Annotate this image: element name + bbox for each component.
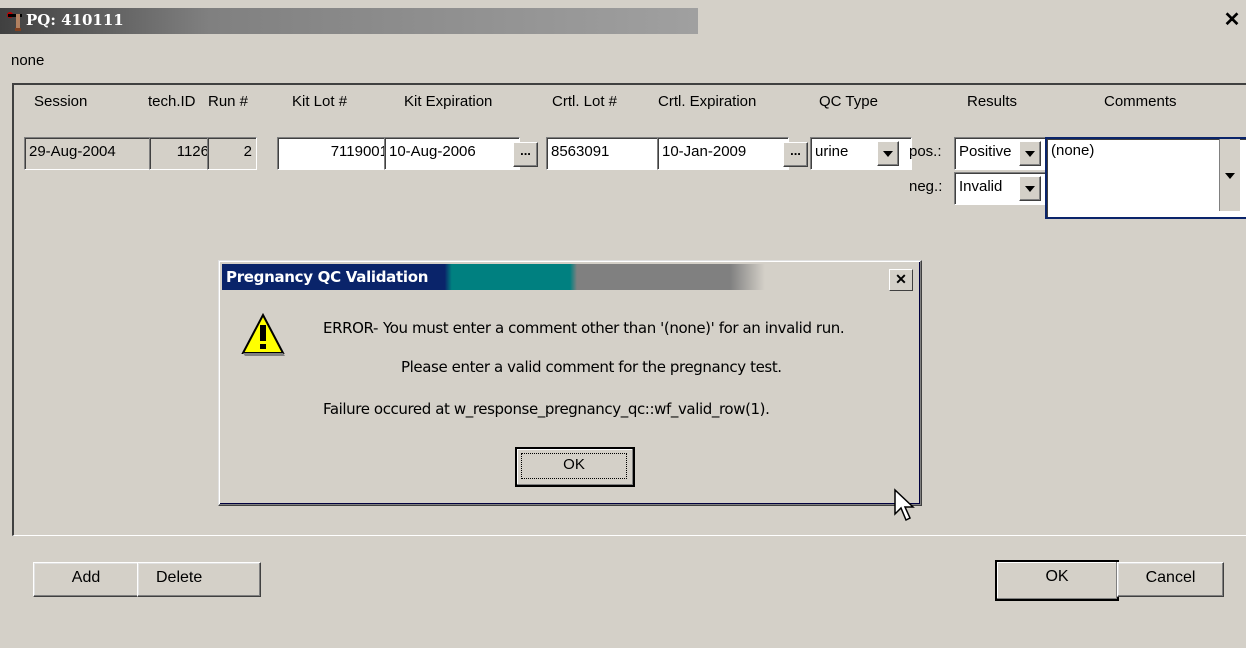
ok-button-label: OK — [1045, 568, 1069, 585]
delete-button-label: Delete — [156, 569, 203, 586]
chevron-down-icon[interactable] — [1019, 141, 1041, 166]
app-icon — [7, 12, 22, 31]
column-header-ctrl-lot: Crtl. Lot # — [552, 93, 618, 110]
dialog-ok-button[interactable]: OK — [515, 447, 635, 487]
pos-result-select[interactable]: Positive — [954, 137, 1054, 170]
warning-icon — [241, 312, 285, 356]
column-header-ctrl-expiration: Crtl. Expiration — [658, 93, 757, 110]
kit-expiration-picker-button[interactable]: ... — [513, 142, 538, 167]
dialog-close-icon[interactable]: ✕ — [889, 269, 913, 291]
column-header-comments: Comments — [1104, 93, 1177, 110]
add-button-label: Add — [71, 569, 101, 586]
cancel-button-label: Cancel — [1145, 569, 1196, 586]
pos-label: pos.: — [909, 143, 942, 160]
add-button[interactable]: Add — [33, 562, 139, 597]
ctrl-expiration-picker-button[interactable]: ... — [783, 142, 808, 167]
dialog-title: Pregnancy QC Validation — [226, 268, 429, 286]
window-close-icon[interactable]: ✕ — [1222, 10, 1242, 30]
chevron-down-icon — [1225, 173, 1235, 179]
neg-result-value: Invalid — [959, 178, 1003, 195]
error-message-line1: You must enter a comment other than '(no… — [383, 319, 845, 337]
error-message-line2: Please enter a valid comment for the pre… — [401, 358, 782, 376]
kit-expiration-field[interactable]: 10-Aug-2006 — [384, 137, 520, 170]
column-header-run: Run # — [208, 93, 249, 110]
dialog-titlebar: Pregnancy QC Validation ✕ — [222, 264, 918, 291]
column-header-kit-expiration: Kit Expiration — [404, 93, 493, 110]
comments-value: (none) — [1051, 142, 1095, 159]
window-title: PQ: 410111 — [26, 11, 124, 29]
ctrl-lot-field[interactable]: 8563091 — [546, 137, 666, 170]
cancel-button[interactable]: Cancel — [1117, 562, 1224, 597]
pregnancy-qc-validation-dialog: Pregnancy QC Validation ✕ ERROR- You mus… — [218, 260, 922, 506]
comments-dropdown-button[interactable] — [1219, 139, 1240, 211]
comments-select[interactable]: (none) — [1045, 137, 1246, 219]
qc-type-select[interactable]: urine — [810, 137, 912, 170]
error-label: ERROR- — [323, 319, 378, 337]
tech-id-cell: 1126 — [149, 137, 214, 170]
pos-result-value: Positive — [959, 143, 1012, 160]
column-header-session: Session — [34, 93, 88, 110]
column-header-qc-type: QC Type — [819, 93, 878, 110]
neg-result-select[interactable]: Invalid — [954, 172, 1054, 205]
column-header-results: Results — [967, 93, 1018, 110]
run-cell: 2 — [207, 137, 257, 170]
session-cell: 29-Aug-2004 — [24, 137, 156, 170]
window-titlebar: PQ: 410111 — [0, 8, 698, 34]
column-header-kit-lot: Kit Lot # — [292, 93, 348, 110]
chevron-down-icon[interactable] — [1019, 176, 1041, 201]
ok-button[interactable]: OK — [995, 560, 1119, 601]
window-subtitle: none — [11, 52, 45, 69]
mouse-cursor-icon — [894, 488, 915, 522]
kit-lot-field[interactable]: 7119001 — [277, 137, 393, 170]
dialog-ok-label: OK — [521, 453, 627, 479]
error-message-line3: Failure occured at w_response_pregnancy_… — [323, 400, 770, 418]
neg-label: neg.: — [909, 178, 943, 195]
qc-type-value: urine — [815, 143, 849, 160]
delete-button[interactable]: Delete — [137, 562, 261, 597]
chevron-down-icon[interactable] — [877, 141, 899, 166]
column-header-tech-id: tech.ID — [148, 93, 196, 110]
ctrl-expiration-field[interactable]: 10-Jan-2009 — [657, 137, 789, 170]
